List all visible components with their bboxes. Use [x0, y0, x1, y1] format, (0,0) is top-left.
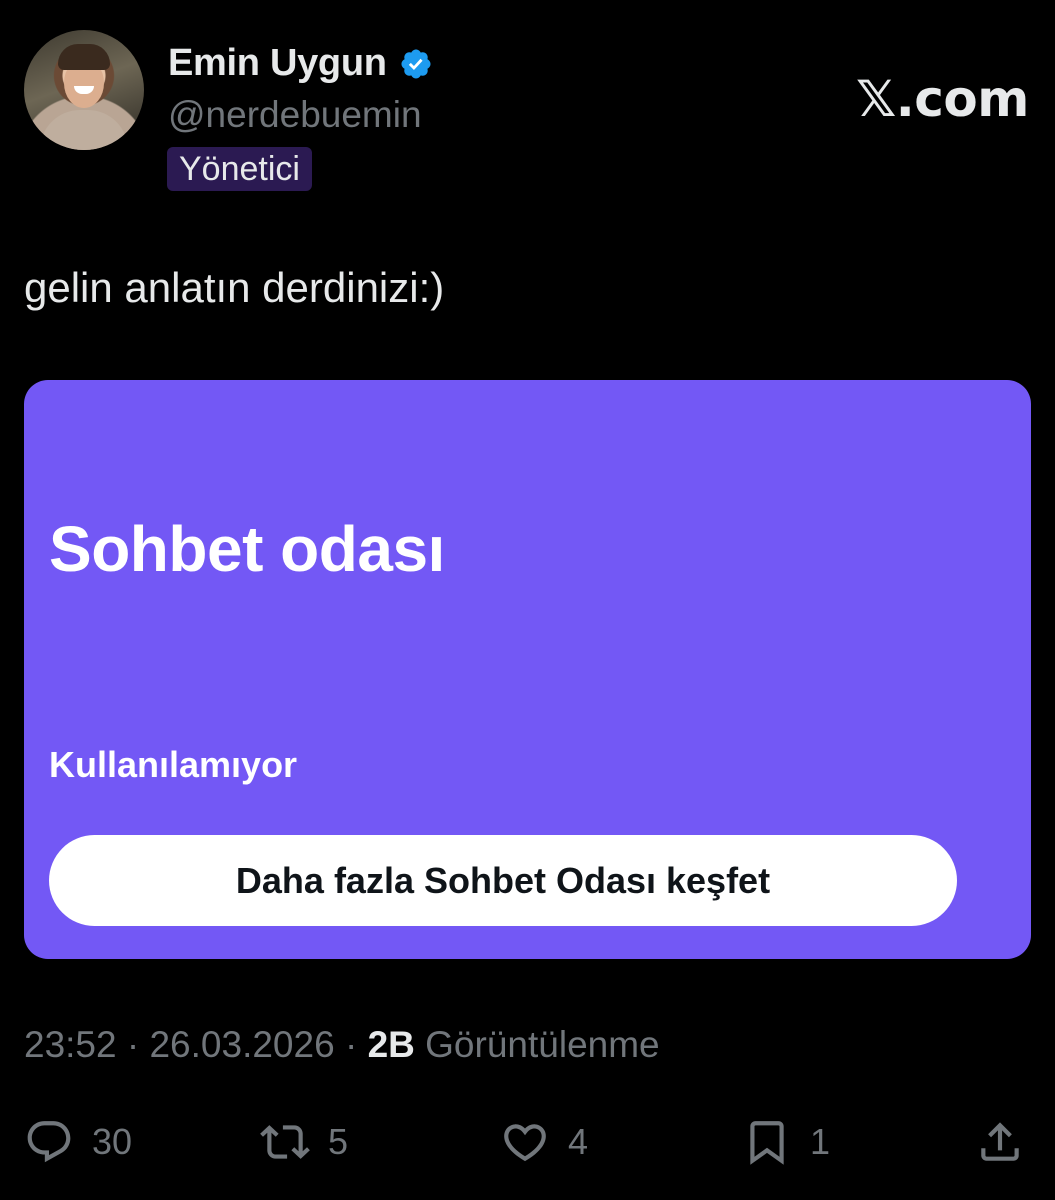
author-name[interactable]: Emin Uygun	[168, 42, 387, 85]
reply-icon	[27, 1121, 71, 1163]
retweet-count: 5	[328, 1121, 349, 1162]
retweet-icon	[260, 1125, 310, 1159]
like-count: 4	[568, 1121, 589, 1162]
share-icon	[981, 1122, 1019, 1161]
tweet-meta: 23:52 · 26.03.2026 · 2B Görüntülenme	[24, 1024, 660, 1066]
author-row: Emin Uygun	[168, 42, 433, 85]
explore-chat-rooms-button[interactable]: Daha fazla Sohbet Odası keşfet	[49, 835, 957, 926]
bookmark-button[interactable]: 1	[742, 1112, 830, 1172]
like-button[interactable]: 4	[500, 1112, 588, 1172]
card-status: Kullanılamıyor	[49, 744, 298, 785]
meta-separator: ·	[116, 1024, 150, 1065]
meta-separator: ·	[334, 1024, 368, 1065]
share-button[interactable]	[975, 1112, 1025, 1172]
bookmark-icon	[750, 1121, 784, 1165]
views-count: 2B	[367, 1024, 415, 1065]
author-handle[interactable]: @nerdebuemin	[168, 94, 422, 136]
action-bar: 30 5 4 1	[24, 1112, 1031, 1172]
heart-icon	[504, 1124, 546, 1162]
tweet-time[interactable]: 23:52	[24, 1024, 117, 1065]
verified-badge-icon	[401, 48, 431, 79]
tweet-date[interactable]: 26.03.2026	[149, 1024, 334, 1065]
reply-count: 30	[92, 1121, 133, 1162]
retweet-button[interactable]: 5	[260, 1112, 348, 1172]
card-title: Sohbet odası	[49, 513, 445, 585]
site-watermark: 𝕏.com	[856, 70, 1029, 128]
role-badge: Yönetici	[167, 147, 312, 191]
views-label: Görüntülenme	[414, 1024, 660, 1065]
tweet-text: gelin anlatın derdinizi:)	[24, 264, 445, 311]
bookmark-count: 1	[810, 1121, 831, 1162]
avatar[interactable]	[24, 30, 144, 150]
chat-room-card[interactable]: Sohbet odası Kullanılamıyor Daha fazla S…	[24, 380, 1031, 959]
reply-button[interactable]: 30	[24, 1112, 132, 1172]
tweet-header: Emin Uygun @nerdebuemin Yönetici 𝕏.com	[24, 30, 1029, 200]
